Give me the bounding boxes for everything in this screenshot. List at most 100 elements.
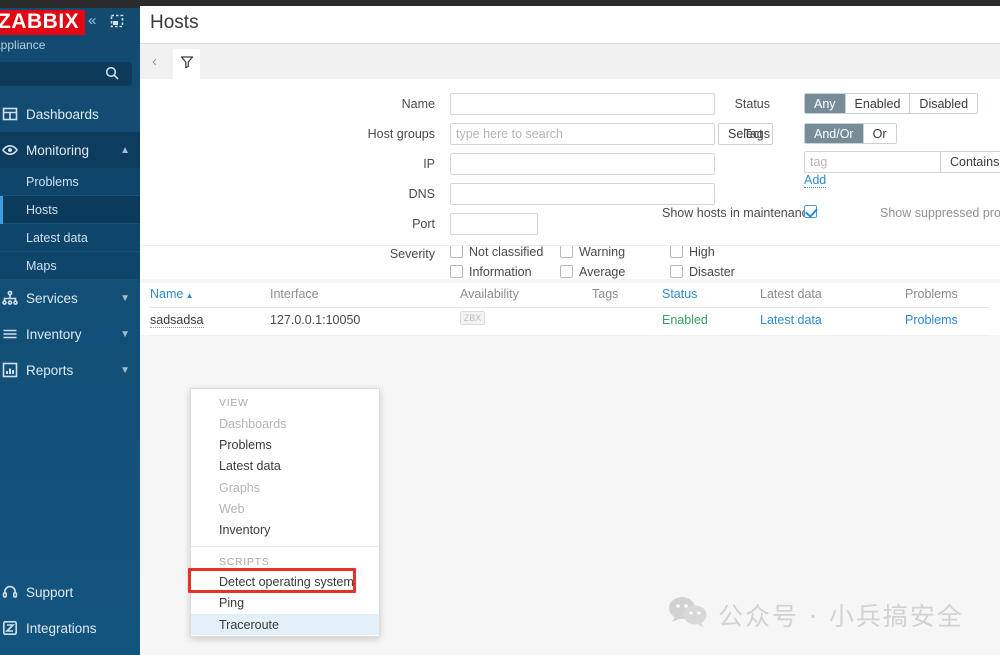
inventory-icon	[2, 326, 18, 342]
tags-operator-andor[interactable]: And/Or	[805, 124, 864, 143]
host-context-menu: VIEW Dashboards Problems Latest data Gra…	[190, 388, 380, 637]
filter-dns-input[interactable]	[450, 183, 715, 205]
sidebar-item-reports[interactable]: Reports ▼	[0, 352, 140, 388]
sidebar-item-latest-data[interactable]: Latest data	[0, 224, 140, 252]
sidebar-item-support[interactable]: Support	[0, 574, 140, 610]
context-item-dashboards: Dashboards	[219, 416, 287, 431]
severity-checkbox-warning[interactable]	[560, 245, 573, 258]
compact-view-icon[interactable]	[110, 14, 124, 28]
filter-port-label: Port	[412, 217, 435, 231]
top-edge-strip	[0, 0, 140, 8]
column-header-status[interactable]: Status	[662, 287, 697, 301]
wechat-icon	[668, 595, 708, 634]
filter-divider	[140, 245, 1000, 246]
filter-host-groups-input[interactable]	[450, 123, 715, 145]
context-section-view: VIEW	[219, 397, 249, 409]
severity-checkbox-average[interactable]	[560, 265, 573, 278]
tag-condition-select[interactable]: Contains	[940, 151, 1000, 173]
reports-icon	[2, 362, 18, 378]
tags-operator-or[interactable]: Or	[863, 124, 896, 143]
host-interface: 127.0.0.1:10050	[270, 313, 361, 327]
watermark: 公众号 · 小兵搞安全	[668, 595, 964, 634]
zabbix-logo[interactable]: ZABBIX	[0, 10, 86, 35]
zabbix-z-icon	[2, 620, 18, 636]
status-option-any[interactable]: Any	[805, 94, 846, 113]
sidebar-subitem-label: Latest data	[26, 230, 88, 245]
severity-checkbox-information[interactable]	[450, 265, 463, 278]
host-name-link[interactable]: sadsadsa	[150, 313, 204, 328]
severity-label-information: Information	[469, 265, 532, 279]
context-item-inventory[interactable]: Inventory	[191, 519, 379, 540]
table-header-row: Name ▲ Interface Availability Tags Statu…	[140, 283, 1000, 308]
context-item-ping[interactable]: Ping	[191, 592, 379, 613]
severity-checkbox-not-classified[interactable]	[450, 245, 463, 258]
sidebar-subitem-label: Problems	[26, 174, 79, 189]
severity-label-warning: Warning	[579, 245, 626, 259]
sort-asc-icon: ▲	[183, 291, 194, 300]
sidebar-item-maps[interactable]: Maps	[0, 252, 140, 280]
sidebar-item-dashboards[interactable]: Dashboards	[0, 96, 140, 132]
sidebar-search[interactable]	[0, 62, 132, 86]
column-label: Name	[150, 287, 184, 301]
context-section-scripts: SCRIPTS	[219, 556, 270, 568]
filter-status-label: Status	[734, 97, 770, 111]
status-segmented-control[interactable]: Any Enabled Disabled	[804, 93, 979, 114]
context-item-problems[interactable]: Problems	[191, 434, 379, 455]
severity-checkbox-high[interactable]	[670, 245, 683, 258]
sidebar: ZABBIX « appliance	[0, 0, 140, 655]
context-item-web: Web	[219, 501, 245, 516]
dashboard-icon	[2, 106, 18, 122]
context-item-latest-data[interactable]: Latest data	[191, 455, 379, 476]
sidebar-item-services[interactable]: Services ▼	[0, 280, 140, 316]
tags-operator-control[interactable]: And/Or Or	[804, 123, 897, 144]
chevron-up-icon[interactable]: ▲	[120, 145, 130, 156]
zabbix-hosts-page: ZABBIX « appliance	[0, 0, 1000, 655]
severity-label-high: High	[689, 245, 715, 259]
filter-name-input[interactable]	[450, 93, 715, 115]
context-item-graphs: Graphs	[219, 480, 260, 495]
status-option-enabled[interactable]: Enabled	[845, 94, 911, 113]
sidebar-item-inventory[interactable]: Inventory ▼	[0, 316, 140, 352]
chevron-left-icon[interactable]: ‹	[152, 53, 157, 70]
sidebar-item-label: Inventory	[26, 326, 82, 342]
chevron-down-icon[interactable]: ▼	[120, 293, 130, 304]
sidebar-item-problems[interactable]: Problems	[0, 168, 140, 196]
context-item-traceroute[interactable]: Traceroute	[191, 614, 379, 635]
sidebar-item-label: Support	[26, 584, 74, 600]
filter-ip-label: IP	[423, 157, 435, 171]
tag-add-link[interactable]: Add	[804, 173, 827, 188]
host-latest-data-link[interactable]: Latest data	[760, 313, 822, 327]
sidebar-item-monitoring[interactable]: Monitoring ▲	[0, 132, 140, 168]
sidebar-subtitle: appliance	[0, 38, 46, 52]
filter-ip-input[interactable]	[450, 153, 715, 175]
context-item-detect-operating-system[interactable]: Detect operating system	[191, 571, 379, 592]
sidebar-subitem-label: Hosts	[26, 202, 58, 217]
severity-checkbox-disaster[interactable]	[670, 265, 683, 278]
context-menu-divider	[191, 546, 379, 547]
filter-funnel-icon	[180, 55, 194, 74]
sidebar-nav: Dashboards Monitoring ▲ Problems Hosts L…	[0, 96, 140, 388]
sidebar-item-label: Monitoring	[26, 142, 90, 158]
maintenance-checkbox[interactable]	[804, 205, 817, 218]
tab-filter[interactable]	[173, 49, 200, 79]
page-header: Hosts	[140, 6, 1000, 44]
filter-host-groups-label: Host groups	[367, 127, 435, 141]
severity-label-average: Average	[579, 265, 626, 279]
severity-label-disaster: Disaster	[689, 265, 735, 279]
host-problems-link[interactable]: Problems	[905, 313, 958, 327]
filter-severity-label: Severity	[389, 247, 435, 261]
chevron-down-icon[interactable]: ▼	[120, 329, 130, 340]
sidebar-item-hosts[interactable]: Hosts	[0, 196, 140, 224]
tag-name-input[interactable]	[804, 151, 951, 173]
status-option-disabled[interactable]: Disabled	[910, 94, 978, 113]
filter-tabbar: ‹	[140, 44, 1000, 79]
chevron-down-icon[interactable]: ▼	[120, 365, 130, 376]
column-header-name[interactable]: Name ▲	[150, 287, 193, 301]
sidebar-item-integrations[interactable]: Integrations	[0, 610, 140, 646]
sidebar-logo-row: ZABBIX «	[0, 8, 140, 35]
filter-port-input[interactable]	[450, 213, 538, 235]
headset-icon	[2, 584, 18, 600]
collapse-sidebar-icon[interactable]: «	[88, 13, 96, 29]
maintenance-toggle-label: Show hosts in maintenance	[662, 206, 815, 220]
filter-dns-label: DNS	[408, 187, 435, 201]
